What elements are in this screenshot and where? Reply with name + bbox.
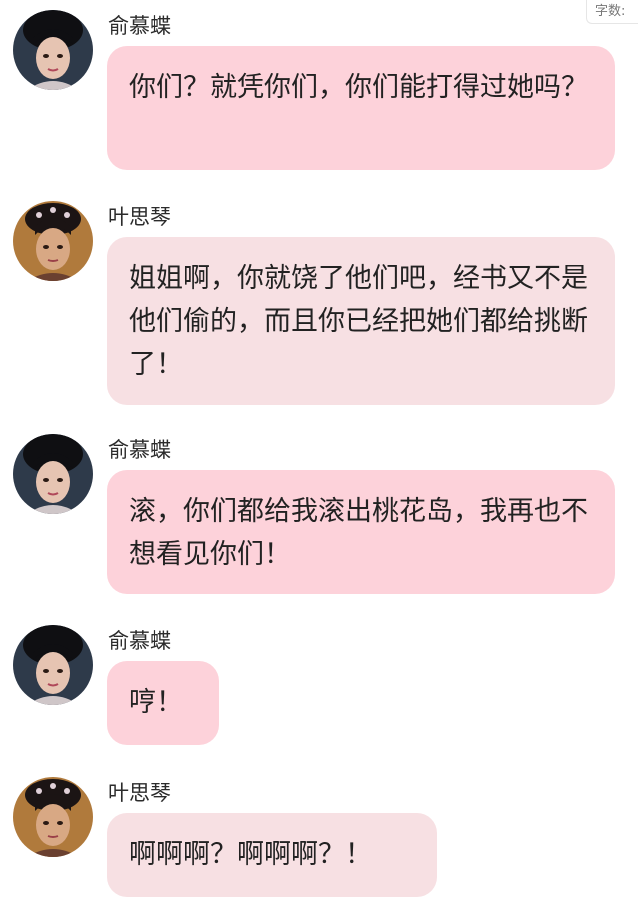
message-text: 哼！ — [129, 687, 183, 718]
speaker-name: 俞慕蝶 — [108, 14, 171, 38]
avatar-ye-siqin[interactable] — [13, 201, 93, 281]
message-bubble[interactable]: 啊啊啊？啊啊啊？！ — [107, 813, 437, 897]
message-bubble[interactable]: 滚，你们都给我滚出桃花岛，我再也不想看见你们！ — [107, 470, 615, 594]
speaker-name: 叶思琴 — [108, 205, 171, 229]
avatar-yu-mudie[interactable] — [13, 434, 93, 514]
message-bubble[interactable]: 姐姐啊，你就饶了他们吧，经书又不是他们偷的，而且你已经把她们都给挑断了！ — [107, 237, 615, 405]
speaker-name: 俞慕蝶 — [108, 438, 171, 462]
avatar-yu-mudie[interactable] — [13, 625, 93, 705]
message-bubble[interactable]: 你们？就凭你们，你们能打得过她吗？ — [107, 46, 615, 170]
word-count-label: 字数: — [586, 0, 638, 24]
avatar-yu-mudie[interactable] — [13, 10, 93, 90]
message-text: 姐姐啊，你就饶了他们吧，经书又不是他们偷的，而且你已经把她们都给挑断了！ — [129, 263, 588, 380]
speaker-name: 叶思琴 — [108, 781, 171, 805]
message-text: 啊啊啊？啊啊啊？！ — [129, 839, 372, 870]
message-text: 你们？就凭你们，你们能打得过她吗？ — [129, 72, 588, 103]
avatar-ye-siqin[interactable] — [13, 777, 93, 857]
message-text: 滚，你们都给我滚出桃花岛，我再也不想看见你们！ — [129, 496, 588, 570]
speaker-name: 俞慕蝶 — [108, 629, 171, 653]
message-bubble[interactable]: 哼！ — [107, 661, 219, 745]
